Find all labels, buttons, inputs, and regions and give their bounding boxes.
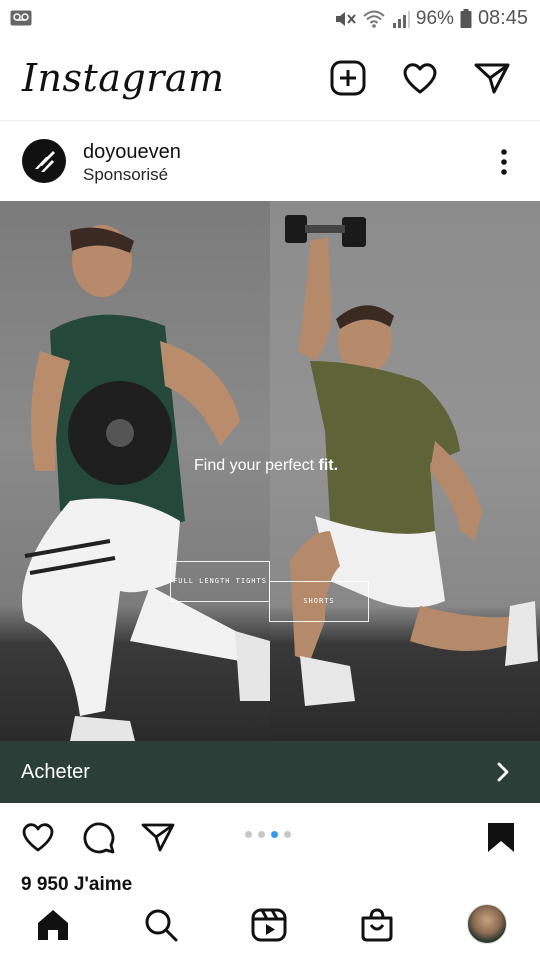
- share-icon[interactable]: [140, 819, 176, 855]
- direct-message-icon[interactable]: [472, 58, 512, 98]
- signal-icon: [392, 9, 410, 29]
- shop-cta-bar[interactable]: Acheter: [0, 741, 540, 803]
- clock: 08:45: [477, 7, 528, 29]
- bottom-navigation: [0, 890, 540, 960]
- wifi-icon: [362, 9, 386, 29]
- image-caption: Find your perfect fit.: [194, 457, 338, 475]
- product-tag-shorts[interactable]: SHORTS: [269, 581, 369, 622]
- post-image[interactable]: Find your perfect fit. FULL LENGTH TIGHT…: [0, 201, 540, 741]
- shop-icon[interactable]: [358, 906, 396, 944]
- battery-icon: [460, 8, 472, 29]
- carousel-dot: [284, 831, 291, 838]
- carousel-dot-active: [271, 831, 278, 838]
- carousel-dot: [258, 831, 265, 838]
- shop-button-label[interactable]: Acheter: [21, 761, 90, 784]
- new-post-icon[interactable]: [328, 58, 368, 98]
- sponsored-label[interactable]: Sponsorisé: [83, 165, 168, 185]
- battery-level: 96%: [415, 7, 454, 29]
- app-header: Instagram: [0, 38, 540, 121]
- search-icon[interactable]: [142, 906, 180, 944]
- status-bar: 96% 08:45: [0, 0, 540, 38]
- like-heart-icon[interactable]: [20, 819, 56, 855]
- save-bookmark-icon[interactable]: [483, 819, 519, 855]
- more-options-icon[interactable]: [492, 147, 516, 177]
- chevron-right-icon[interactable]: [492, 761, 514, 783]
- instagram-logo[interactable]: Instagram: [22, 56, 225, 100]
- comment-icon[interactable]: [80, 819, 116, 855]
- carousel-indicator: [245, 831, 291, 838]
- home-icon[interactable]: [34, 906, 72, 944]
- account-avatar[interactable]: [22, 139, 66, 183]
- heart-icon[interactable]: [400, 58, 440, 98]
- carousel-dot: [245, 831, 252, 838]
- caption-bold: fit.: [318, 457, 339, 474]
- caption-text: Find your perfect: [194, 457, 319, 474]
- post-username[interactable]: doyoueven: [83, 141, 181, 164]
- reels-icon[interactable]: [250, 906, 288, 944]
- profile-avatar[interactable]: [467, 904, 507, 944]
- product-tag-tights[interactable]: FULL LENGTH TIGHTS: [170, 561, 270, 602]
- post-actions: [0, 803, 540, 873]
- post-header: doyoueven Sponsorisé: [0, 121, 540, 201]
- mute-icon: [334, 9, 356, 29]
- voicemail-icon: [10, 10, 32, 31]
- likes-count[interactable]: 9 950 J'aime: [21, 874, 132, 890]
